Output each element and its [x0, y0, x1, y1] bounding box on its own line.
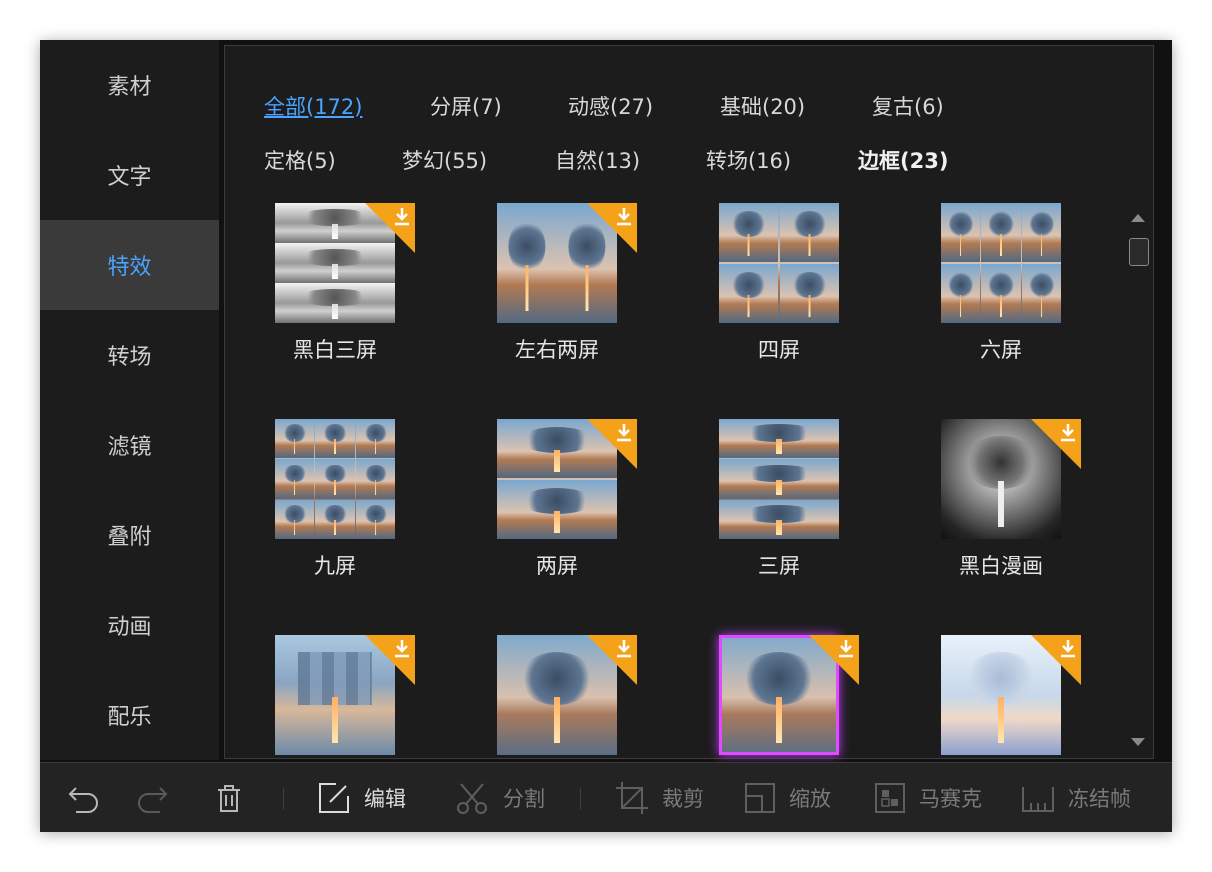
category-transition[interactable]: 转场(16): [706, 145, 791, 175]
effect-tile[interactable]: [497, 635, 657, 755]
delete-button[interactable]: [212, 763, 246, 832]
download-icon[interactable]: [1057, 638, 1079, 660]
bottom-toolbar: 编辑 分割 裁剪 缩放 马赛克 冻结帧: [40, 762, 1172, 832]
effects-panel: 全部(172) 分屏(7) 动感(27) 基础(20) 复古(6) 定格(5) …: [224, 45, 1154, 759]
editor-window: 素材 文字 特效 转场 滤镜 叠附 动画 配乐 全部(172) 分屏(7) 动感…: [40, 40, 1172, 832]
edit-button[interactable]: 编辑: [316, 763, 406, 832]
scroll-down-arrow-icon[interactable]: [1131, 738, 1145, 746]
scale-icon: [745, 782, 775, 813]
effect-tile[interactable]: 左右两屏: [497, 203, 657, 383]
scale-button[interactable]: 缩放: [743, 763, 831, 832]
redo-icon: [138, 786, 168, 813]
scroll-thumb[interactable]: [1129, 238, 1149, 266]
scissors-icon: [457, 782, 487, 814]
sidebar-item-animation[interactable]: 动画: [40, 580, 219, 670]
category-dynamic[interactable]: 动感(27): [568, 91, 653, 121]
sidebar: 素材 文字 特效 转场 滤镜 叠附 动画 配乐: [40, 40, 219, 760]
toolbar-separator: [283, 788, 284, 810]
download-icon[interactable]: [391, 206, 413, 228]
sidebar-item-filters[interactable]: 滤镜: [40, 400, 219, 490]
trash-icon: [218, 784, 240, 812]
freeze-frame-label: 冻结帧: [1068, 786, 1131, 811]
redo-button[interactable]: [134, 763, 170, 832]
effect-thumbnail: [719, 419, 839, 539]
effect-tile[interactable]: 四屏: [719, 203, 879, 383]
edit-label: 编辑: [364, 786, 406, 811]
effect-thumbnail: [941, 203, 1061, 323]
toolbar-separator: [580, 788, 581, 810]
sidebar-item-material[interactable]: 素材: [40, 40, 219, 130]
category-basic[interactable]: 基础(20): [720, 91, 805, 121]
undo-button[interactable]: [66, 763, 102, 832]
edit-icon: [319, 782, 349, 813]
effect-label: 三屏: [758, 554, 800, 578]
crop-button[interactable]: 裁剪: [614, 763, 704, 832]
category-all[interactable]: 全部(172): [264, 91, 362, 121]
download-icon[interactable]: [613, 422, 635, 444]
effect-tile[interactable]: 九屏: [275, 419, 435, 599]
mosaic-icon: [875, 782, 905, 813]
effect-label: 左右两屏: [515, 338, 599, 362]
effect-tile[interactable]: 两屏: [497, 419, 657, 599]
download-icon[interactable]: [613, 638, 635, 660]
effect-label: 黑白漫画: [959, 554, 1043, 578]
effect-tile[interactable]: [719, 635, 879, 755]
effect-label: 六屏: [980, 338, 1022, 362]
crop-icon: [616, 781, 648, 814]
category-split-screen[interactable]: 分屏(7): [430, 91, 502, 121]
sidebar-item-text[interactable]: 文字: [40, 130, 219, 220]
freeze-frame-button[interactable]: 冻结帧: [1020, 763, 1131, 832]
sidebar-item-transitions[interactable]: 转场: [40, 310, 219, 400]
sidebar-item-effects[interactable]: 特效: [40, 220, 219, 310]
vertical-scrollbar[interactable]: [1127, 206, 1151, 756]
scale-label: 缩放: [789, 786, 831, 811]
category-retro[interactable]: 复古(6): [872, 91, 944, 121]
download-icon[interactable]: [391, 638, 413, 660]
effect-thumbnail: [275, 419, 395, 539]
category-dreamy[interactable]: 梦幻(55): [402, 145, 487, 175]
download-icon[interactable]: [613, 206, 635, 228]
effect-label: 四屏: [758, 338, 800, 362]
mosaic-button[interactable]: 马赛克: [873, 763, 982, 832]
effect-tile[interactable]: 黑白三屏: [275, 203, 435, 383]
category-freeze[interactable]: 定格(5): [264, 145, 336, 175]
category-nature[interactable]: 自然(13): [555, 145, 640, 175]
effect-tile[interactable]: 六屏: [941, 203, 1101, 383]
sidebar-item-music[interactable]: 配乐: [40, 670, 219, 760]
sidebar-item-overlays[interactable]: 叠附: [40, 490, 219, 580]
split-button[interactable]: 分割: [455, 763, 545, 832]
undo-icon: [68, 786, 98, 813]
effect-label: 九屏: [314, 554, 356, 578]
effect-tile[interactable]: 黑白漫画: [941, 419, 1101, 599]
category-border[interactable]: 边框(23): [858, 145, 948, 175]
download-icon[interactable]: [835, 638, 857, 660]
effect-tile[interactable]: [275, 635, 435, 755]
effect-thumbnail: [719, 203, 839, 323]
effect-tile[interactable]: 三屏: [719, 419, 879, 599]
mosaic-label: 马赛克: [919, 786, 982, 811]
split-label: 分割: [503, 786, 545, 811]
download-icon[interactable]: [1057, 422, 1079, 444]
freeze-frame-icon: [1022, 786, 1054, 812]
effect-label: 两屏: [536, 554, 578, 578]
effect-label: 黑白三屏: [293, 338, 377, 362]
crop-label: 裁剪: [662, 786, 704, 811]
effect-tile[interactable]: [941, 635, 1101, 755]
scroll-up-arrow-icon[interactable]: [1131, 214, 1145, 222]
